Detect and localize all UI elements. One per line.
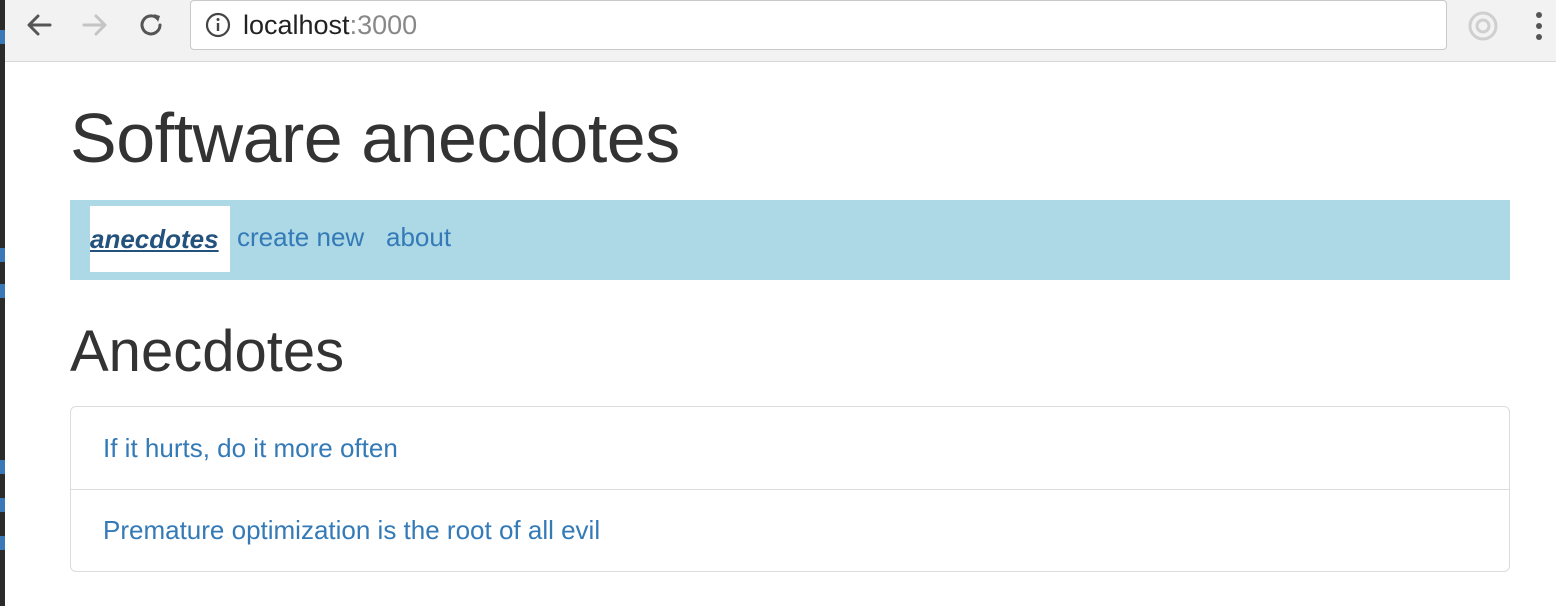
reload-icon bbox=[140, 14, 162, 36]
address-bar[interactable]: localhost:3000 bbox=[190, 0, 1447, 50]
menu-link-about[interactable]: about bbox=[386, 222, 451, 253]
menu-link-anecdotes[interactable]: anecdotes bbox=[90, 206, 230, 272]
forward-button[interactable] bbox=[75, 5, 115, 45]
url-host: localhost bbox=[243, 9, 350, 40]
anecdote-list: If it hurts, do it more often Premature … bbox=[70, 406, 1510, 572]
arrow-left-icon bbox=[27, 14, 52, 36]
info-icon[interactable] bbox=[205, 12, 231, 38]
url-text: localhost:3000 bbox=[243, 10, 417, 41]
page-content: Software anecdotes anecdotes create new … bbox=[70, 62, 1510, 572]
browser-menu-icon[interactable] bbox=[1527, 8, 1551, 44]
left-window-edge bbox=[0, 0, 5, 606]
extension-icon[interactable] bbox=[1465, 8, 1501, 44]
page-title: Software anecdotes bbox=[70, 99, 680, 177]
anecdote-link[interactable]: Premature optimization is the root of al… bbox=[103, 515, 600, 546]
list-item: If it hurts, do it more often bbox=[71, 407, 1509, 489]
list-item: Premature optimization is the root of al… bbox=[71, 489, 1509, 571]
back-button[interactable] bbox=[19, 5, 59, 45]
section-title: Anecdotes bbox=[70, 319, 345, 384]
browser-toolbar: localhost:3000 bbox=[5, 0, 1556, 62]
arrow-right-icon bbox=[82, 14, 107, 36]
url-port: :3000 bbox=[349, 9, 418, 40]
nav-menu: anecdotes create new about bbox=[70, 200, 1510, 280]
menu-link-create-new[interactable]: create new bbox=[237, 222, 364, 253]
anecdote-link[interactable]: If it hurts, do it more often bbox=[103, 433, 398, 464]
reload-button[interactable] bbox=[131, 5, 171, 45]
